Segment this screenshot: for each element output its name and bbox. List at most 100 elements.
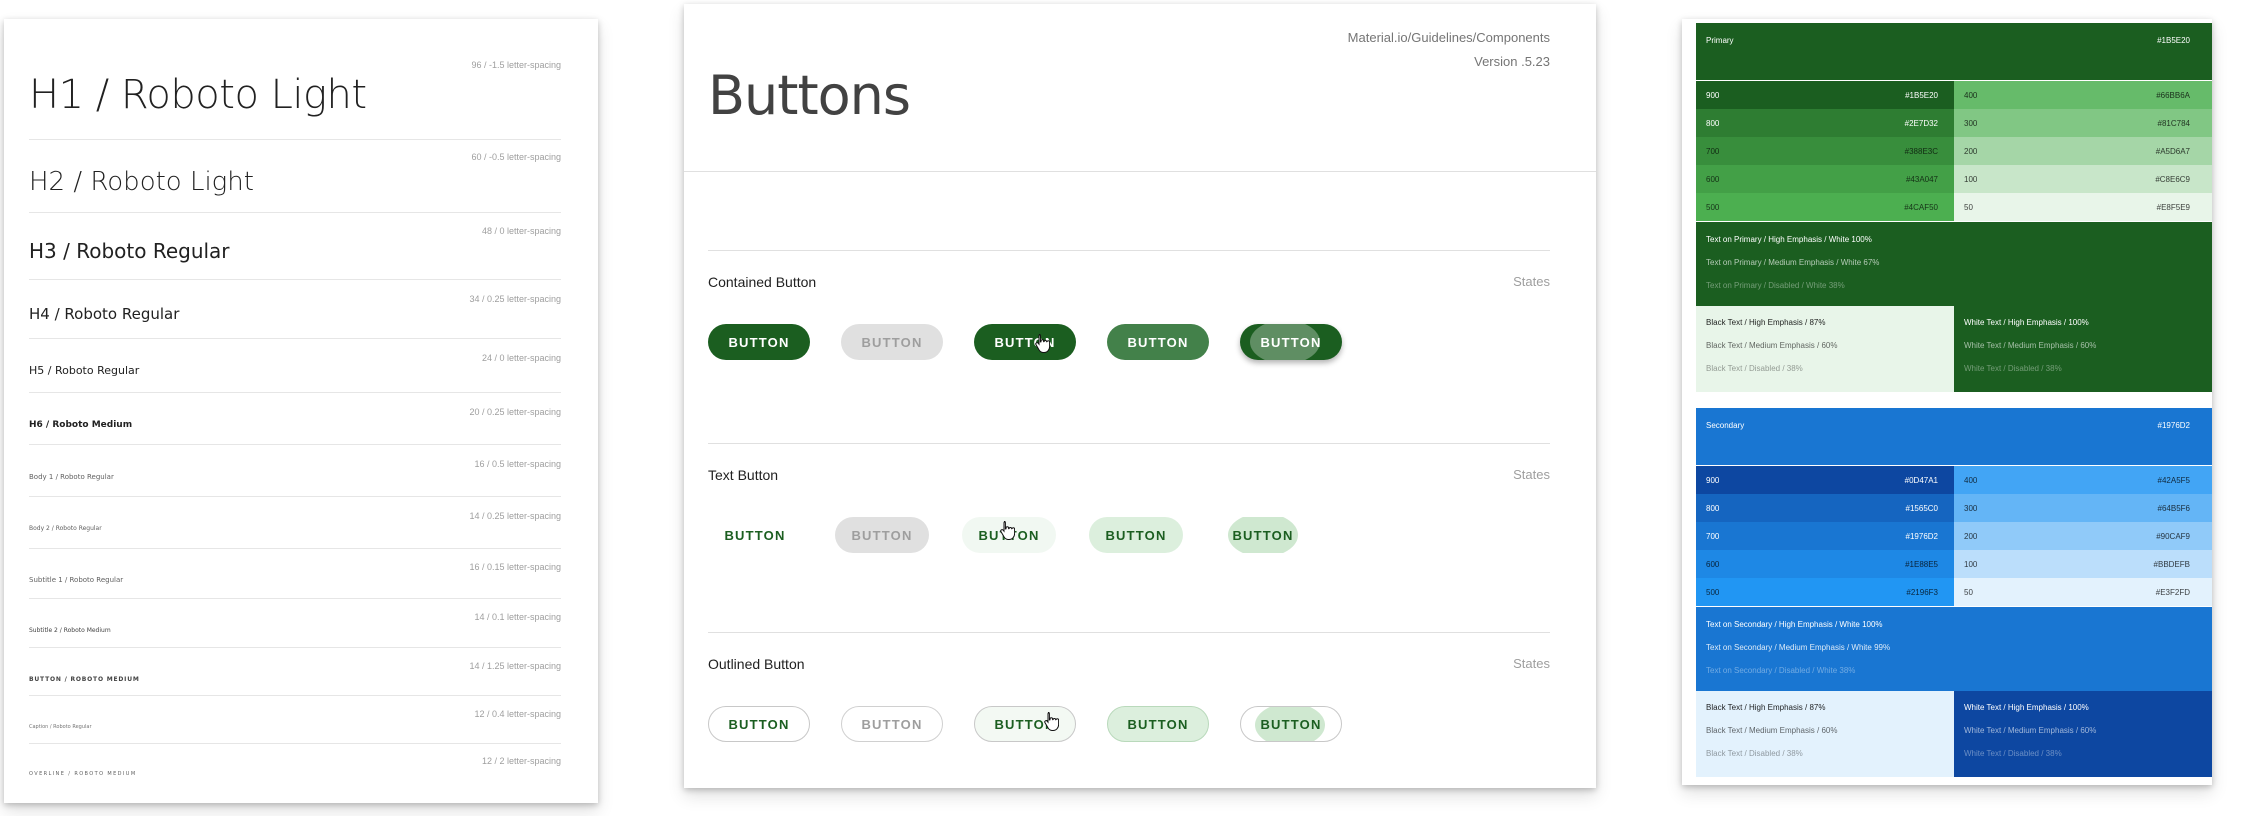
secondary-on-color-text: Text on Secondary / High Emphasis / Whit… xyxy=(1696,607,2212,691)
type-sample-h4: H4 / Roboto Regular xyxy=(29,305,180,323)
primary-black-text: Black Text / High Emphasis / 87% Black T… xyxy=(1696,306,1954,392)
on-color-high: Text on Secondary / High Emphasis / Whit… xyxy=(1706,620,1883,629)
hand-pointer-icon xyxy=(1044,712,1059,731)
palette-hex: #1976D2 xyxy=(2157,421,2190,430)
shade-400: 400 #42A5F5 xyxy=(1954,466,2212,494)
type-row-h2: 60 / -0.5 letter-spacing H2 / Roboto Lig… xyxy=(29,139,561,213)
section-title: Contained Button xyxy=(708,274,817,290)
type-spec: 24 / 0 letter-spacing xyxy=(481,353,561,363)
shade-600: 600 #1E88E5 xyxy=(1696,550,1954,578)
primary-white-text: White Text / High Emphasis / 100% White … xyxy=(1954,306,2212,392)
outlined-button-enabled[interactable]: BUTTON xyxy=(708,706,810,742)
section-text-button: Text Button States BUTTON BUTTON BUTTON … xyxy=(708,443,1550,633)
black-text-disabled: Black Text / Disabled / 38% xyxy=(1706,749,1803,758)
hand-pointer-icon xyxy=(1035,334,1050,353)
white-text-medium: White Text / Medium Emphasis / 60% xyxy=(1964,726,2097,735)
section-title: Outlined Button xyxy=(708,656,805,672)
secondary-header: Secondary #1976D2 xyxy=(1696,408,2212,465)
type-spec: 96 / -1.5 letter-spacing xyxy=(471,60,561,70)
contained-button-pressed[interactable]: BUTTON xyxy=(1240,324,1342,360)
button-row: BUTTON BUTTON BUTTON BUTTON BUTTON xyxy=(708,324,1550,360)
contained-button-enabled[interactable]: BUTTON xyxy=(708,324,810,360)
black-text-high: Black Text / High Emphasis / 87% xyxy=(1706,318,1826,327)
shade-700: 700 #388E3C xyxy=(1696,137,1954,165)
section-contained-button: Contained Button States BUTTON BUTTON BU… xyxy=(708,250,1550,440)
white-text-medium: White Text / Medium Emphasis / 60% xyxy=(1964,341,2097,350)
type-sample-h5: H5 / Roboto Regular xyxy=(29,364,140,377)
secondary-shades: 900 #0D47A1 800 #1565C0 700 #1976D2 600 #1E8… xyxy=(1696,466,2212,606)
divider xyxy=(708,250,1550,251)
type-sample-h6: H6 / Roboto Medium xyxy=(29,420,133,430)
text-button-enabled[interactable]: BUTTON xyxy=(708,517,802,553)
shade-500: 500 #2196F3 xyxy=(1696,578,1954,606)
contained-button-focused[interactable]: BUTTON xyxy=(1107,324,1209,360)
outlined-button-pressed[interactable]: BUTTON xyxy=(1240,706,1342,742)
white-text-high: White Text / High Emphasis / 100% xyxy=(1964,703,2089,712)
on-color-medium: Text on Primary / Medium Emphasis / Whit… xyxy=(1706,258,1880,267)
text-button-focused[interactable]: BUTTON xyxy=(1089,517,1183,553)
primary-shades: 900 #1B5E20 800 #2E7D32 700 #388E3C 600 #43A… xyxy=(1696,81,2212,221)
black-text-disabled: Black Text / Disabled / 38% xyxy=(1706,364,1803,373)
type-spec: 34 / 0.25 letter-spacing xyxy=(469,294,561,304)
shade-900: 900 #1B5E20 xyxy=(1696,81,1954,109)
type-spec: 14 / 0.25 letter-spacing xyxy=(469,511,561,521)
type-spec: 48 / 0 letter-spacing xyxy=(481,226,561,236)
outlined-button-hover[interactable]: BUTTON xyxy=(974,706,1076,742)
type-spec: 60 / -0.5 letter-spacing xyxy=(471,152,561,162)
type-spec: 14 / 0.1 letter-spacing xyxy=(474,612,561,622)
type-row-body1: 16 / 0.5 letter-spacing Body 1 / Roboto … xyxy=(29,444,561,497)
type-sample-caption: Caption / Roboto Regular xyxy=(29,724,92,730)
white-text-disabled: White Text / Disabled / 38% xyxy=(1964,364,2062,373)
source-label: Material.io/Guidelines/Components xyxy=(1347,30,1550,45)
palette-label: Primary xyxy=(1706,36,1734,45)
section-outlined-button: Outlined Button States BUTTON BUTTON BUT… xyxy=(708,632,1550,788)
palette-label: Secondary xyxy=(1706,421,1745,430)
type-row-h1: 96 / -1.5 letter-spacing H1 / Roboto Lig… xyxy=(29,19,561,140)
type-sample-h2: H2 / Roboto Light xyxy=(29,167,254,197)
black-text-high: Black Text / High Emphasis / 87% xyxy=(1706,703,1826,712)
shade-100: 100 #C8E6C9 xyxy=(1954,165,2212,193)
palette-hex: #1B5E20 xyxy=(2157,36,2190,45)
shade-100: 100 #BBDEFB xyxy=(1954,550,2212,578)
type-row-overline: 12 / 2 letter-spacing OVERLINE / ROBOTO … xyxy=(29,743,561,793)
type-sample-subtitle1: Subtitle 1 / Roboto Regular xyxy=(29,576,124,584)
outlined-button-disabled[interactable]: BUTTON xyxy=(841,706,943,742)
type-row-subtitle1: 16 / 0.15 letter-spacing Subtitle 1 / Ro… xyxy=(29,548,561,599)
divider xyxy=(708,443,1550,444)
shade-800: 800 #2E7D32 xyxy=(1696,109,1954,137)
type-sample-body1: Body 1 / Roboto Regular xyxy=(29,473,114,481)
on-color-disabled: Text on Secondary / Disabled / White 38% xyxy=(1706,666,1856,675)
type-row-h5: 24 / 0 letter-spacing H5 / Roboto Regula… xyxy=(29,338,561,393)
button-row: BUTTON BUTTON BUTTON BUTTON BUTTON xyxy=(708,706,1550,742)
type-row-button: 14 / 1.25 letter-spacing BUTTON / ROBOTO… xyxy=(29,647,561,696)
black-text-medium: Black Text / Medium Emphasis / 60% xyxy=(1706,341,1838,350)
typography-card: 96 / -1.5 letter-spacing H1 / Roboto Lig… xyxy=(4,19,598,803)
shade-700: 700 #1976D2 xyxy=(1696,522,1954,550)
contained-button-hover[interactable]: BUTTON xyxy=(974,324,1076,360)
shade-200: 200 #A5D6A7 xyxy=(1954,137,2212,165)
type-spec: 16 / 0.5 letter-spacing xyxy=(474,459,561,469)
type-row-h4: 34 / 0.25 letter-spacing H4 / Roboto Reg… xyxy=(29,279,561,339)
on-color-medium: Text on Secondary / Medium Emphasis / Wh… xyxy=(1706,643,1891,652)
page-title: Buttons xyxy=(708,64,911,127)
type-row-h3: 48 / 0 letter-spacing H3 / Roboto Regula… xyxy=(29,212,561,280)
text-button-pressed[interactable]: BUTTON xyxy=(1216,517,1310,553)
type-sample-button: BUTTON / ROBOTO MEDIUM xyxy=(29,676,140,683)
shade-900: 900 #0D47A1 xyxy=(1696,466,1954,494)
type-spec: 12 / 0.4 letter-spacing xyxy=(474,709,561,719)
contained-button-disabled[interactable]: BUTTON xyxy=(841,324,943,360)
type-sample-overline: OVERLINE / ROBOTO MEDIUM xyxy=(29,771,137,777)
text-button-disabled[interactable]: BUTTON xyxy=(835,517,929,553)
buttons-header: Buttons Material.io/Guidelines/Component… xyxy=(684,4,1596,172)
shade-400: 400 #66BB6A xyxy=(1954,81,2212,109)
section-title: Text Button xyxy=(708,467,779,483)
primary-on-color-text: Text on Primary / High Emphasis / White … xyxy=(1696,222,2212,306)
on-color-disabled: Text on Primary / Disabled / White 38% xyxy=(1706,281,1845,290)
shade-50: 50 #E8F5E9 xyxy=(1954,193,2212,221)
color-palette-card: Primary #1B5E20 900 #1B5E20 800 #2E7D32 70… xyxy=(1682,19,2212,785)
shade-500: 500 #4CAF50 xyxy=(1696,193,1954,221)
type-spec: 12 / 2 letter-spacing xyxy=(481,756,561,766)
buttons-card: Buttons Material.io/Guidelines/Component… xyxy=(684,4,1596,788)
outlined-button-focused[interactable]: BUTTON xyxy=(1107,706,1209,742)
hand-pointer-icon xyxy=(1000,521,1015,540)
